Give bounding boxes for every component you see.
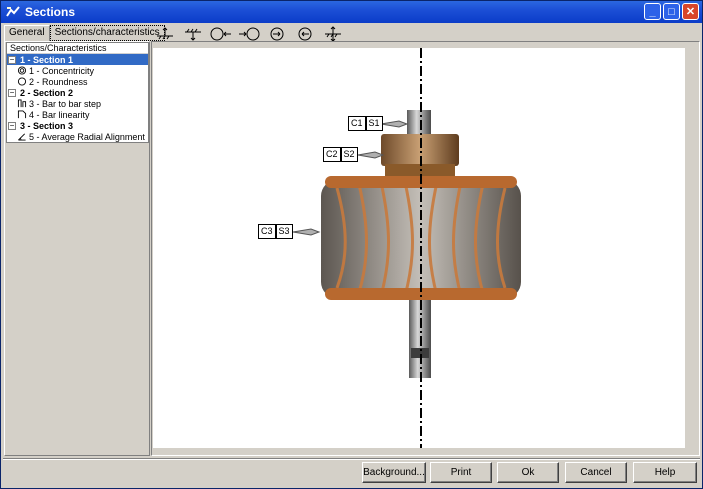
collapse-toggle[interactable]: −	[8, 55, 16, 64]
probe-s-label: S1	[365, 116, 383, 131]
tree-item-bar-step[interactable]: 3 - Bar to bar step	[7, 98, 148, 109]
background-button[interactable]: Background...	[362, 462, 426, 483]
tab-general[interactable]: General	[4, 25, 50, 41]
title-bar[interactable]: Sections _ □ ✕	[1, 1, 702, 23]
collapse-toggle[interactable]: −	[8, 121, 16, 130]
sections-window: Sections _ □ ✕ General Sections/characte…	[0, 0, 703, 489]
maximize-icon: □	[668, 5, 675, 18]
close-button[interactable]: ✕	[682, 3, 699, 20]
item-label: 3 - Bar to bar step	[29, 98, 102, 109]
rotor-image	[292, 48, 521, 448]
datum-up-icon	[157, 27, 173, 40]
help-button[interactable]: Help	[633, 462, 697, 483]
probe-c-label: C1	[348, 116, 366, 131]
radial-alignment-icon	[18, 133, 26, 141]
ok-button[interactable]: Ok	[497, 462, 559, 483]
tab-sections-characteristics[interactable]: Sections/characteristics	[49, 25, 165, 41]
probe-label-3[interactable]: C3 S3	[258, 224, 293, 239]
tree-item-roundness[interactable]: 2 - Roundness	[7, 76, 148, 87]
tab-strip: General Sections/characteristics	[4, 25, 165, 41]
circle-left-icon	[210, 27, 231, 41]
probe-c-label: C2	[323, 147, 341, 162]
window-title: Sections	[25, 5, 76, 19]
sections-tree[interactable]: Sections/Characteristics − 1 - Section 1…	[6, 42, 149, 143]
collapse-toggle[interactable]: −	[8, 88, 16, 97]
roundness-icon	[17, 77, 27, 86]
tab-body: Sections/Characteristics − 1 - Section 1…	[4, 41, 150, 456]
probe-c-label: C3	[258, 224, 276, 239]
item-label: 5 - Average Radial Alignment	[29, 131, 145, 142]
circle-right-icon	[239, 27, 260, 41]
probe-s-label: S3	[275, 224, 293, 239]
bar-linearity-icon	[17, 110, 27, 119]
section-label: 3 - Section 3	[20, 120, 74, 131]
minimize-icon: _	[649, 5, 656, 18]
left-panel: General Sections/characteristics Section…	[4, 25, 165, 456]
item-label: 1 - Concentricity	[29, 65, 95, 76]
minimize-button[interactable]: _	[644, 3, 661, 20]
close-icon: ✕	[685, 6, 696, 18]
circle-arrow-in-icon	[270, 27, 284, 41]
section-label: 2 - Section 2	[20, 87, 74, 98]
tree-item-bar-linearity[interactable]: 4 - Bar linearity	[7, 109, 148, 120]
tree-section-3[interactable]: − 3 - Section 3	[7, 120, 148, 131]
probe-label-2[interactable]: C2 S2	[323, 147, 358, 162]
bottom-separator	[3, 458, 700, 460]
tree-section-2[interactable]: − 2 - Section 2	[7, 87, 148, 98]
bar-step-icon	[17, 99, 27, 108]
tree-item-concentricity[interactable]: 1 - Concentricity	[7, 65, 148, 76]
probe-s-label: S2	[340, 147, 358, 162]
concentricity-icon	[17, 66, 27, 75]
circle-arrow-out-icon	[298, 27, 312, 41]
drawing-area-frame: C1 S1 C2 S2 C3 S3	[151, 41, 700, 456]
datum-both-icon	[325, 26, 341, 42]
button-row: Background... Print Ok Cancel Help	[1, 462, 702, 484]
datum-down-icon	[185, 28, 201, 41]
item-label: 4 - Bar linearity	[29, 109, 90, 120]
section-label: 1 - Section 1	[20, 54, 74, 65]
tree-item-radial-alignment[interactable]: 5 - Average Radial Alignment	[7, 131, 148, 142]
maximize-button[interactable]: □	[663, 3, 680, 20]
tree-section-1[interactable]: − 1 - Section 1	[7, 54, 148, 65]
tree-header: Sections/Characteristics	[7, 43, 148, 54]
print-button[interactable]: Print	[430, 462, 492, 483]
app-icon	[6, 6, 20, 17]
probe-label-1[interactable]: C1 S1	[348, 116, 383, 131]
drawing-canvas[interactable]	[153, 48, 685, 448]
item-label: 2 - Roundness	[29, 76, 88, 87]
cancel-button[interactable]: Cancel	[565, 462, 627, 483]
